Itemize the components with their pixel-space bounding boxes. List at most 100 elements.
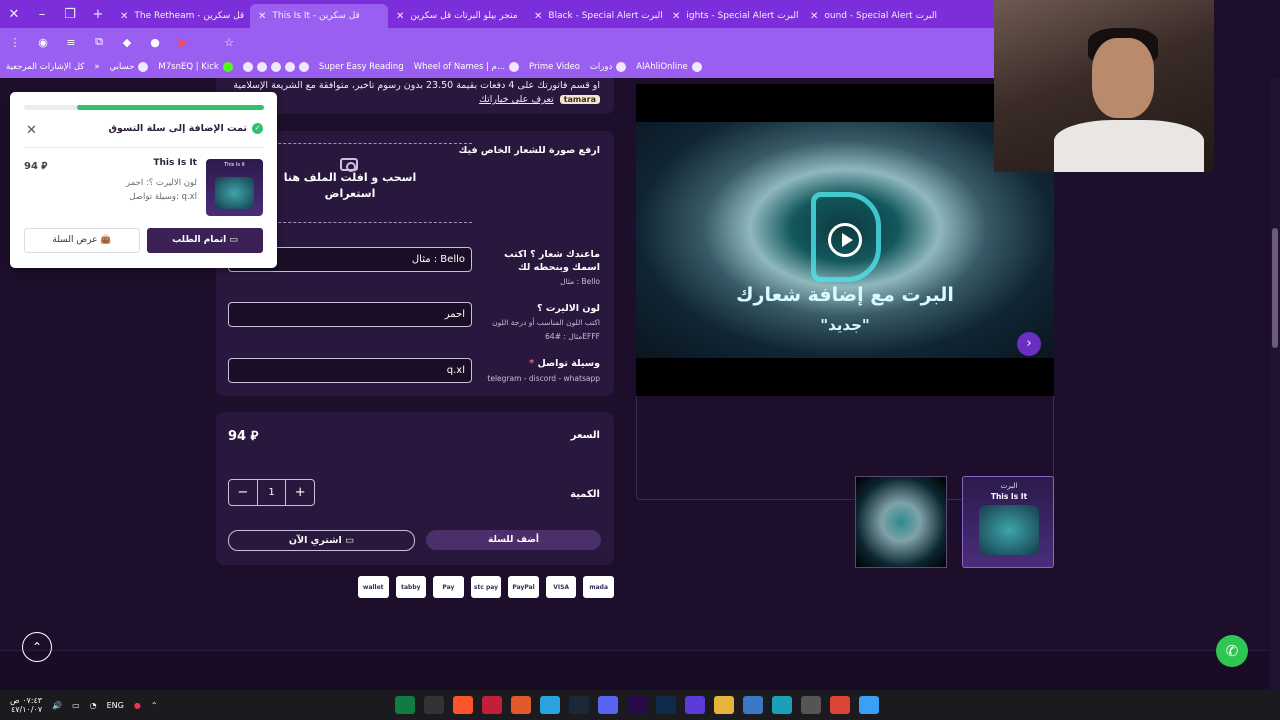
- close-icon[interactable]: ✕: [26, 123, 37, 138]
- new-tab-icon[interactable]: +: [84, 7, 112, 22]
- bookmark-alahli[interactable]: AlAhliOnline: [636, 62, 702, 72]
- popup-product-image: This Is It: [206, 159, 263, 216]
- bookmark-icons[interactable]: [242, 62, 309, 72]
- price-value: 94 ⃁: [228, 429, 259, 444]
- thumbnail-product[interactable]: البرت This Is It: [962, 476, 1054, 568]
- tab-black-alert[interactable]: ✕ Black - Special Alert البرت: [526, 4, 664, 28]
- globe-icon: [298, 62, 309, 72]
- back-to-top-button[interactable]: ⌃: [22, 632, 52, 662]
- browser-toolbar: ⋮ ◉ ≡ ⧉ ◆ ● ▶ ☆: [0, 28, 994, 56]
- bookmark-wheel[interactable]: Wheel of Names | م...: [413, 62, 520, 72]
- cat-extension-icon[interactable]: ●: [148, 35, 162, 49]
- minimize-icon[interactable]: –: [28, 7, 56, 22]
- puzzle-icon[interactable]: ⧉: [92, 35, 106, 49]
- wallet-pay-icon: wallet: [357, 576, 389, 598]
- tab-bello-store[interactable]: ✕ متجر بيلو البرتات قل سكرين: [388, 4, 526, 28]
- bookmark-kick[interactable]: M7snEQ | Kick: [158, 62, 233, 72]
- popup-divider: [24, 147, 264, 148]
- language-indicator[interactable]: ENG: [107, 701, 124, 710]
- folder-icon[interactable]: [714, 696, 734, 714]
- whatsapp-icon[interactable]: ✆: [1216, 635, 1248, 667]
- chrome-icon[interactable]: [830, 696, 850, 714]
- globe-icon: [242, 62, 253, 72]
- globe-icon: [256, 62, 267, 72]
- steam-icon[interactable]: [569, 696, 589, 714]
- wifi-icon[interactable]: ◔: [90, 701, 97, 710]
- store-icon[interactable]: [743, 696, 763, 714]
- clock[interactable]: ٠٧:٤٣ ص ٤٧/١٠/٠٧: [10, 696, 42, 714]
- thumbnail-video[interactable]: [855, 476, 947, 568]
- bookmark-reading[interactable]: Super Easy Reading: [319, 62, 404, 72]
- star-icon[interactable]: ☆: [222, 35, 236, 49]
- tamara-link[interactable]: تعرف على خياراتك: [479, 94, 554, 105]
- thumbnail-image: [979, 505, 1039, 555]
- bookmark-courses[interactable]: دورات: [590, 62, 627, 72]
- quantity-input[interactable]: 1: [256, 480, 287, 505]
- globe-icon: [509, 62, 520, 72]
- mic-icon[interactable]: ●: [134, 701, 141, 710]
- media-icon[interactable]: ≡: [64, 35, 78, 49]
- youtube-icon[interactable]: ▶: [176, 35, 190, 49]
- price-label: السعر: [570, 430, 600, 441]
- close-icon[interactable]: ✕: [258, 11, 266, 22]
- telegram-icon[interactable]: [540, 696, 560, 714]
- bookmark-account[interactable]: حسابي: [110, 62, 149, 72]
- obs-icon[interactable]: [801, 696, 821, 714]
- bookmark-label: كل الإشارات المرجعية: [6, 62, 85, 72]
- color-input[interactable]: احمر: [228, 302, 472, 327]
- quantity-label: الكمية: [570, 489, 600, 500]
- increase-button[interactable]: +: [286, 480, 314, 505]
- chevron-icon[interactable]: »: [94, 62, 99, 72]
- popup-progress-fill: [76, 105, 264, 110]
- globe-icon: [691, 62, 702, 72]
- scrollbar[interactable]: [1270, 78, 1280, 690]
- discord-icon[interactable]: [598, 696, 618, 714]
- tab-lights-alert[interactable]: ✕ ights - Special Alert البرت: [664, 4, 802, 28]
- view-cart-button[interactable]: عرض السلة 👜: [24, 228, 140, 253]
- edge-icon[interactable]: [772, 696, 792, 714]
- bookmark-prime[interactable]: Prime Video: [529, 62, 580, 72]
- shield-icon[interactable]: ◆: [120, 35, 134, 49]
- windows-icon[interactable]: [859, 696, 879, 714]
- extension-icon[interactable]: ◉: [36, 35, 50, 49]
- play-icon[interactable]: [828, 223, 862, 257]
- contact-input[interactable]: q.xl: [228, 358, 472, 383]
- close-icon[interactable]: ✕: [810, 11, 818, 22]
- premiere-icon[interactable]: [627, 696, 647, 714]
- add-to-cart-button[interactable]: أضف للسلة: [426, 530, 601, 550]
- artstudio-icon[interactable]: [482, 696, 502, 714]
- video-app-icon[interactable]: [685, 696, 705, 714]
- close-icon[interactable]: ✕: [534, 11, 542, 22]
- scrollbar-thumb[interactable]: [1272, 228, 1278, 348]
- menu-icon[interactable]: ⋮: [8, 35, 22, 49]
- decrease-button[interactable]: −: [229, 480, 257, 505]
- paypal-icon: PayPal: [508, 576, 539, 598]
- tab-retheam[interactable]: ✕ The Retheam - قل سكرين: [112, 4, 250, 28]
- name-hint: مثال : Bello: [560, 277, 600, 286]
- network-icon[interactable]: ▭: [72, 701, 80, 710]
- app-icon[interactable]: [511, 696, 531, 714]
- tamara-text: او قسم فاتورتك على 4 دفعات بقيمة 23.50 ب…: [233, 80, 600, 91]
- contact-label: وسيلة تواصل: [537, 358, 600, 369]
- product-video[interactable]: البرت مع إضافة شعارك "جديد": [636, 84, 1054, 396]
- bookmark-label: Wheel of Names | م...: [413, 62, 506, 72]
- brave-icon[interactable]: [453, 696, 473, 714]
- buy-now-button[interactable]: اشتري الآن ▭: [228, 530, 415, 551]
- excel-icon[interactable]: [395, 696, 415, 714]
- terminal-icon[interactable]: [424, 696, 444, 714]
- next-slide-button[interactable]: ›: [1017, 332, 1041, 356]
- tab-this-is-it[interactable]: ✕ This Is It - قل سكرين: [250, 4, 388, 28]
- time: ٠٧:٤٣ ص: [10, 696, 43, 705]
- restore-icon[interactable]: ❐: [56, 7, 84, 22]
- photoshop-icon[interactable]: [656, 696, 676, 714]
- bag-icon: 👜: [100, 235, 112, 245]
- all-bookmarks[interactable]: كل الإشارات المرجعية: [6, 62, 84, 72]
- checkout-button[interactable]: اتمام الطلب ▭: [147, 228, 263, 253]
- close-icon[interactable]: ✕: [120, 11, 128, 22]
- close-window-icon[interactable]: ✕: [0, 7, 28, 22]
- chevron-up-icon[interactable]: ⌃: [151, 701, 158, 710]
- close-icon[interactable]: ✕: [672, 11, 680, 22]
- volume-icon[interactable]: 🔊: [52, 701, 62, 710]
- tab-sound-alert[interactable]: ✕ ound - Special Alert البرت: [802, 4, 940, 28]
- close-icon[interactable]: ✕: [396, 11, 404, 22]
